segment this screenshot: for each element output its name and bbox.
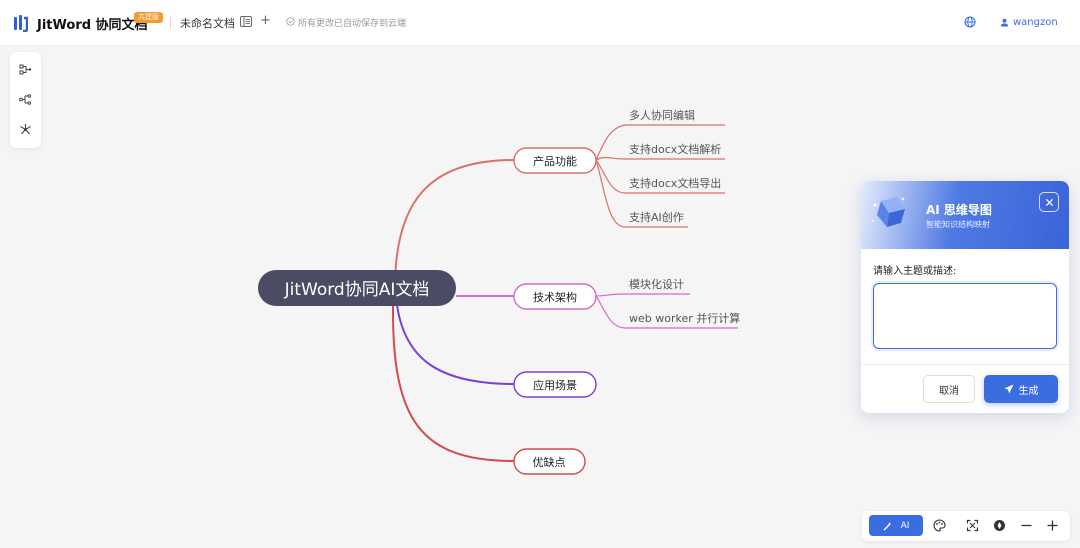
branch-label: 技术架构 <box>533 290 577 304</box>
connector-child <box>595 293 690 297</box>
connector-branch-1 <box>394 159 515 289</box>
ai-panel-title: AI 思维导图 <box>926 203 992 217</box>
ai-tool-button[interactable]: AI <box>869 515 923 536</box>
ai-panel-subtitle: 智能知识结构映射 <box>926 220 990 229</box>
generate-button[interactable]: 生成 <box>984 375 1058 403</box>
leaf-node[interactable]: 支持AI创作 <box>629 210 684 224</box>
zoom-out-icon[interactable] <box>1020 519 1033 532</box>
leaf-node[interactable]: 支持docx文档导出 <box>629 176 721 190</box>
fullscreen-icon[interactable] <box>966 519 979 532</box>
branch-label: 应用场景 <box>533 378 577 392</box>
ai-cube-icon <box>872 197 905 227</box>
root-node-label: JitWord协同AI文档 <box>284 280 430 300</box>
zoom-in-icon[interactable] <box>1046 519 1059 532</box>
leaf-node[interactable]: 多人协同编辑 <box>629 108 695 122</box>
ai-mindmap-panel: AI 思维导图 智能知识结构映射 请输入主题或描述: 取消 生成 <box>861 181 1069 413</box>
close-button[interactable] <box>1039 192 1059 212</box>
bottom-toolbar: AI <box>862 511 1070 541</box>
leaf-node[interactable]: 支持docx文档解析 <box>629 142 721 156</box>
close-icon <box>1045 198 1053 206</box>
navigator-icon[interactable] <box>993 519 1006 532</box>
ai-tool-label: AI <box>900 520 910 531</box>
branch-label: 优缺点 <box>533 455 566 469</box>
cancel-button[interactable]: 取消 <box>923 375 975 403</box>
connector-branch-3 <box>396 304 515 385</box>
generate-label: 生成 <box>1018 385 1039 397</box>
send-icon <box>1004 384 1013 394</box>
topic-input[interactable] <box>873 283 1057 349</box>
leaf-node[interactable]: 模块化设计 <box>629 277 684 291</box>
ai-panel-header: AI 思维导图 智能知识结构映射 <box>861 181 1069 249</box>
connector-child <box>595 156 725 161</box>
leaf-node[interactable]: web worker 并行计算 <box>629 311 740 325</box>
prompt-label: 请输入主题或描述: <box>873 266 957 277</box>
palette-icon[interactable] <box>933 519 946 532</box>
branch-label: 产品功能 <box>533 154 577 168</box>
ai-wand-icon <box>883 521 892 531</box>
panel-divider <box>861 364 1069 365</box>
